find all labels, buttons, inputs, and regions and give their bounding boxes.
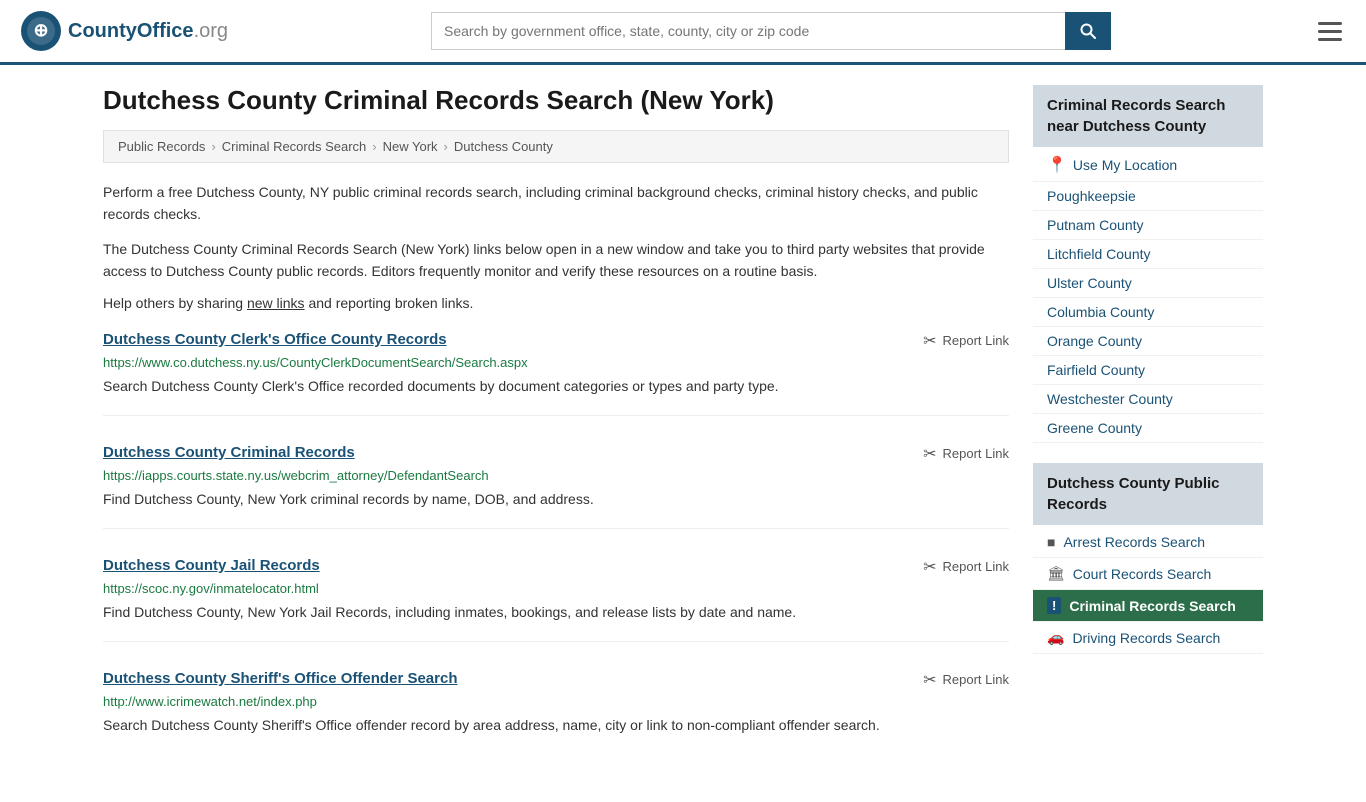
report-link[interactable]: ✂ Report Link [923,331,1009,351]
record-item: Dutchess County Clerk's Office County Re… [103,331,1009,416]
record-item: Dutchess County Criminal Records ✂ Repor… [103,444,1009,529]
record-desc: Search Dutchess County Clerk's Office re… [103,376,1009,397]
page-title: Dutchess County Criminal Records Search … [103,85,1009,116]
sidebar-public-records-list: ■ Arrest Records Search 🏛 Court Records … [1033,527,1263,654]
record-header: Dutchess County Jail Records ✂ Report Li… [103,557,1009,577]
description-1: Perform a free Dutchess County, NY publi… [103,181,1009,226]
record-url[interactable]: https://scoc.ny.gov/inmatelocator.html [103,581,1009,596]
sidebar-item-orange-county[interactable]: Orange County [1033,327,1263,356]
report-link[interactable]: ✂ Report Link [923,444,1009,464]
record-item: Dutchess County Sheriff's Office Offende… [103,670,1009,754]
record-item: Dutchess County Jail Records ✂ Report Li… [103,557,1009,642]
record-header: Dutchess County Sheriff's Office Offende… [103,670,1009,690]
sidebar-item-ulster-county[interactable]: Ulster County [1033,269,1263,298]
sidebar-item-litchfield-county[interactable]: Litchfield County [1033,240,1263,269]
report-link[interactable]: ✂ Report Link [923,557,1009,577]
criminal-icon: ! [1047,597,1061,614]
sidebar-item-criminal-records[interactable]: ! Criminal Records Search [1033,590,1263,622]
report-icon: ✂ [923,557,936,577]
sidebar-item-arrest-records[interactable]: ■ Arrest Records Search [1033,527,1263,558]
logo-icon: ⊕ [20,10,62,52]
content-area: Dutchess County Criminal Records Search … [103,85,1009,782]
header: ⊕ CountyOffice.org [0,0,1366,65]
hamburger-menu-button[interactable] [1314,18,1346,45]
location-icon: 📍 [1047,155,1067,175]
report-link[interactable]: ✂ Report Link [923,670,1009,690]
sidebar-nearby-list: 📍 Use My Location Poughkeepsie Putnam Co… [1033,149,1263,443]
record-desc: Find Dutchess County, New York criminal … [103,489,1009,510]
report-icon: ✂ [923,331,936,351]
sidebar-item-putnam-county[interactable]: Putnam County [1033,211,1263,240]
sidebar-public-records-section: Dutchess County Public Records ■ Arrest … [1033,463,1263,654]
breadcrumb-new-york[interactable]: New York [383,139,438,154]
search-icon [1080,23,1096,39]
search-button[interactable] [1065,12,1111,50]
record-desc: Find Dutchess County, New York Jail Reco… [103,602,1009,623]
logo-text: CountyOffice.org [68,20,228,43]
record-url[interactable]: http://www.icrimewatch.net/index.php [103,694,1009,709]
logo-area: ⊕ CountyOffice.org [20,10,228,52]
sidebar-item-court-records[interactable]: 🏛 Court Records Search [1033,558,1263,590]
sidebar-nearby-section: Criminal Records Search near Dutchess Co… [1033,85,1263,443]
record-header: Dutchess County Criminal Records ✂ Repor… [103,444,1009,464]
sidebar-item-greene-county[interactable]: Greene County [1033,414,1263,443]
sidebar-item-westchester-county[interactable]: Westchester County [1033,385,1263,414]
report-icon: ✂ [923,670,936,690]
svg-text:⊕: ⊕ [33,20,48,40]
record-title[interactable]: Dutchess County Jail Records [103,557,320,574]
description-2: The Dutchess County Criminal Records Sea… [103,238,1009,283]
breadcrumb-criminal-records[interactable]: Criminal Records Search [222,139,367,154]
new-links-link[interactable]: new links [247,295,305,311]
record-desc: Search Dutchess County Sheriff's Office … [103,715,1009,736]
report-icon: ✂ [923,444,936,464]
sidebar-item-poughkeepsie[interactable]: Poughkeepsie [1033,182,1263,211]
arrest-icon: ■ [1047,534,1055,550]
breadcrumb: Public Records › Criminal Records Search… [103,130,1009,163]
main-container: Dutchess County Criminal Records Search … [83,65,1283,802]
record-title[interactable]: Dutchess County Clerk's Office County Re… [103,331,447,348]
record-title[interactable]: Dutchess County Criminal Records [103,444,355,461]
search-area [431,12,1111,50]
breadcrumb-public-records[interactable]: Public Records [118,139,205,154]
record-url[interactable]: https://www.co.dutchess.ny.us/CountyCler… [103,355,1009,370]
court-icon: 🏛 [1047,565,1065,582]
driving-icon: 🚗 [1047,629,1064,646]
sidebar-public-records-header: Dutchess County Public Records [1033,463,1263,525]
sidebar-nearby-header: Criminal Records Search near Dutchess Co… [1033,85,1263,147]
search-input[interactable] [431,12,1065,50]
sidebar-item-fairfield-county[interactable]: Fairfield County [1033,356,1263,385]
breadcrumb-current: Dutchess County [454,139,553,154]
record-title[interactable]: Dutchess County Sheriff's Office Offende… [103,670,457,687]
record-header: Dutchess County Clerk's Office County Re… [103,331,1009,351]
help-text: Help others by sharing new links and rep… [103,295,1009,311]
sidebar-item-columbia-county[interactable]: Columbia County [1033,298,1263,327]
sidebar: Criminal Records Search near Dutchess Co… [1033,85,1263,782]
record-url[interactable]: https://iapps.courts.state.ny.us/webcrim… [103,468,1009,483]
sidebar-item-driving-records[interactable]: 🚗 Driving Records Search [1033,622,1263,654]
sidebar-item-use-location[interactable]: 📍 Use My Location [1033,149,1263,182]
